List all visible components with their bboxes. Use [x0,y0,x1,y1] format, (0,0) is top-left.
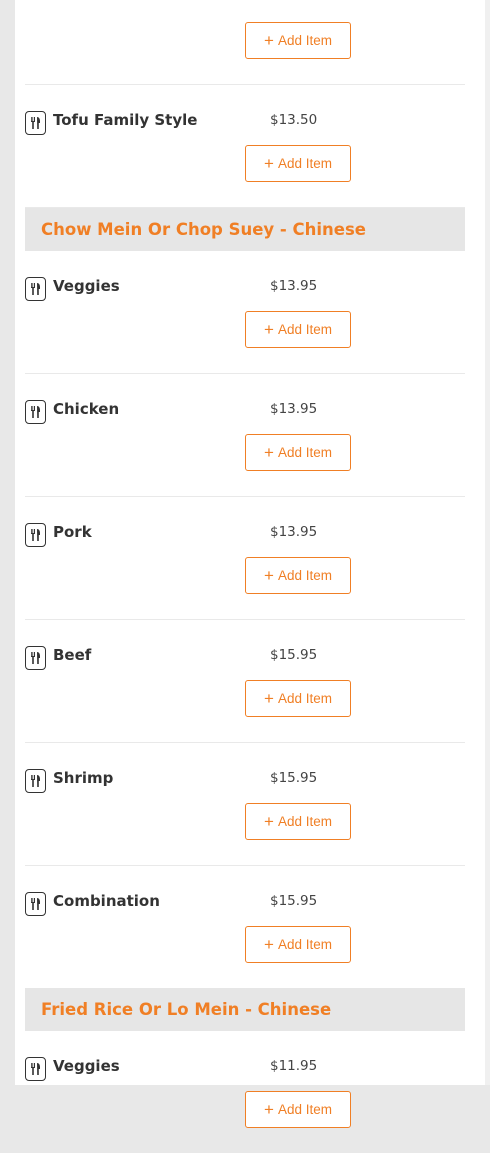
dish-price: $13.95 [270,278,318,294]
add-item-button[interactable]: + Add Item [245,22,351,59]
scrollbar[interactable] [485,0,490,1085]
menu-item: Pork $13.95 + Add Item [25,497,465,620]
dish-price: $11.95 [270,1058,318,1074]
menu-item: Veggies $11.95 + Add Item [25,1031,465,1153]
add-item-button[interactable]: + Add Item [245,311,351,348]
dish-name: Chicken [53,400,120,418]
add-item-button[interactable]: + Add Item [245,926,351,963]
plus-icon: + [264,1100,274,1119]
dish-name: Veggies [53,277,120,295]
utensils-icon [25,892,46,916]
utensils-icon [25,769,46,793]
menu-item: Beef $15.95 + Add Item [25,620,465,743]
plus-icon: + [264,320,274,339]
category-header: Fried Rice Or Lo Mein - Chinese [25,988,465,1031]
plus-icon: + [264,689,274,708]
plus-icon: + [264,566,274,585]
plus-icon: + [264,154,274,173]
dish-price: $13.95 [270,524,318,540]
utensils-icon [25,646,46,670]
utensils-icon [25,111,46,135]
menu-item: Chicken $13.95 + Add Item [25,374,465,497]
utensils-icon [25,1057,46,1081]
add-item-button[interactable]: + Add Item [245,557,351,594]
plus-icon: + [264,812,274,831]
add-item-button[interactable]: + Add Item [245,1091,351,1128]
add-item-button[interactable]: + Add Item [245,680,351,717]
menu-item: Veggies $13.95 + Add Item [25,251,465,374]
dish-price: $13.50 [270,112,318,128]
dish-name: Veggies [53,1057,120,1075]
utensils-icon [25,523,46,547]
dish-name: Beef [53,646,92,664]
menu-item: Shrimp $15.95 + Add Item [25,743,465,866]
plus-icon: + [264,31,274,50]
menu-list: + Add Item Tofu Family Style $13.50 + Ad… [25,0,465,1153]
add-item-button[interactable]: + Add Item [245,145,351,182]
category-header: Chow Mein Or Chop Suey - Chinese [25,208,465,251]
menu-item: + Add Item [25,0,465,85]
add-item-button[interactable]: + Add Item [245,803,351,840]
menu-item: Combination $15.95 + Add Item [25,866,465,988]
dish-name: Pork [53,523,92,541]
dish-name: Shrimp [53,769,114,787]
dish-price: $13.95 [270,401,318,417]
dish-price: $15.95 [270,647,318,663]
dish-name: Combination [53,892,160,910]
dish-name: Tofu Family Style [53,111,198,129]
dish-price: $15.95 [270,893,318,909]
utensils-icon [25,277,46,301]
plus-icon: + [264,935,274,954]
plus-icon: + [264,443,274,462]
add-item-button[interactable]: + Add Item [245,434,351,471]
utensils-icon [25,400,46,424]
dish-price: $15.95 [270,770,318,786]
menu-item: Tofu Family Style $13.50 + Add Item [25,85,465,208]
